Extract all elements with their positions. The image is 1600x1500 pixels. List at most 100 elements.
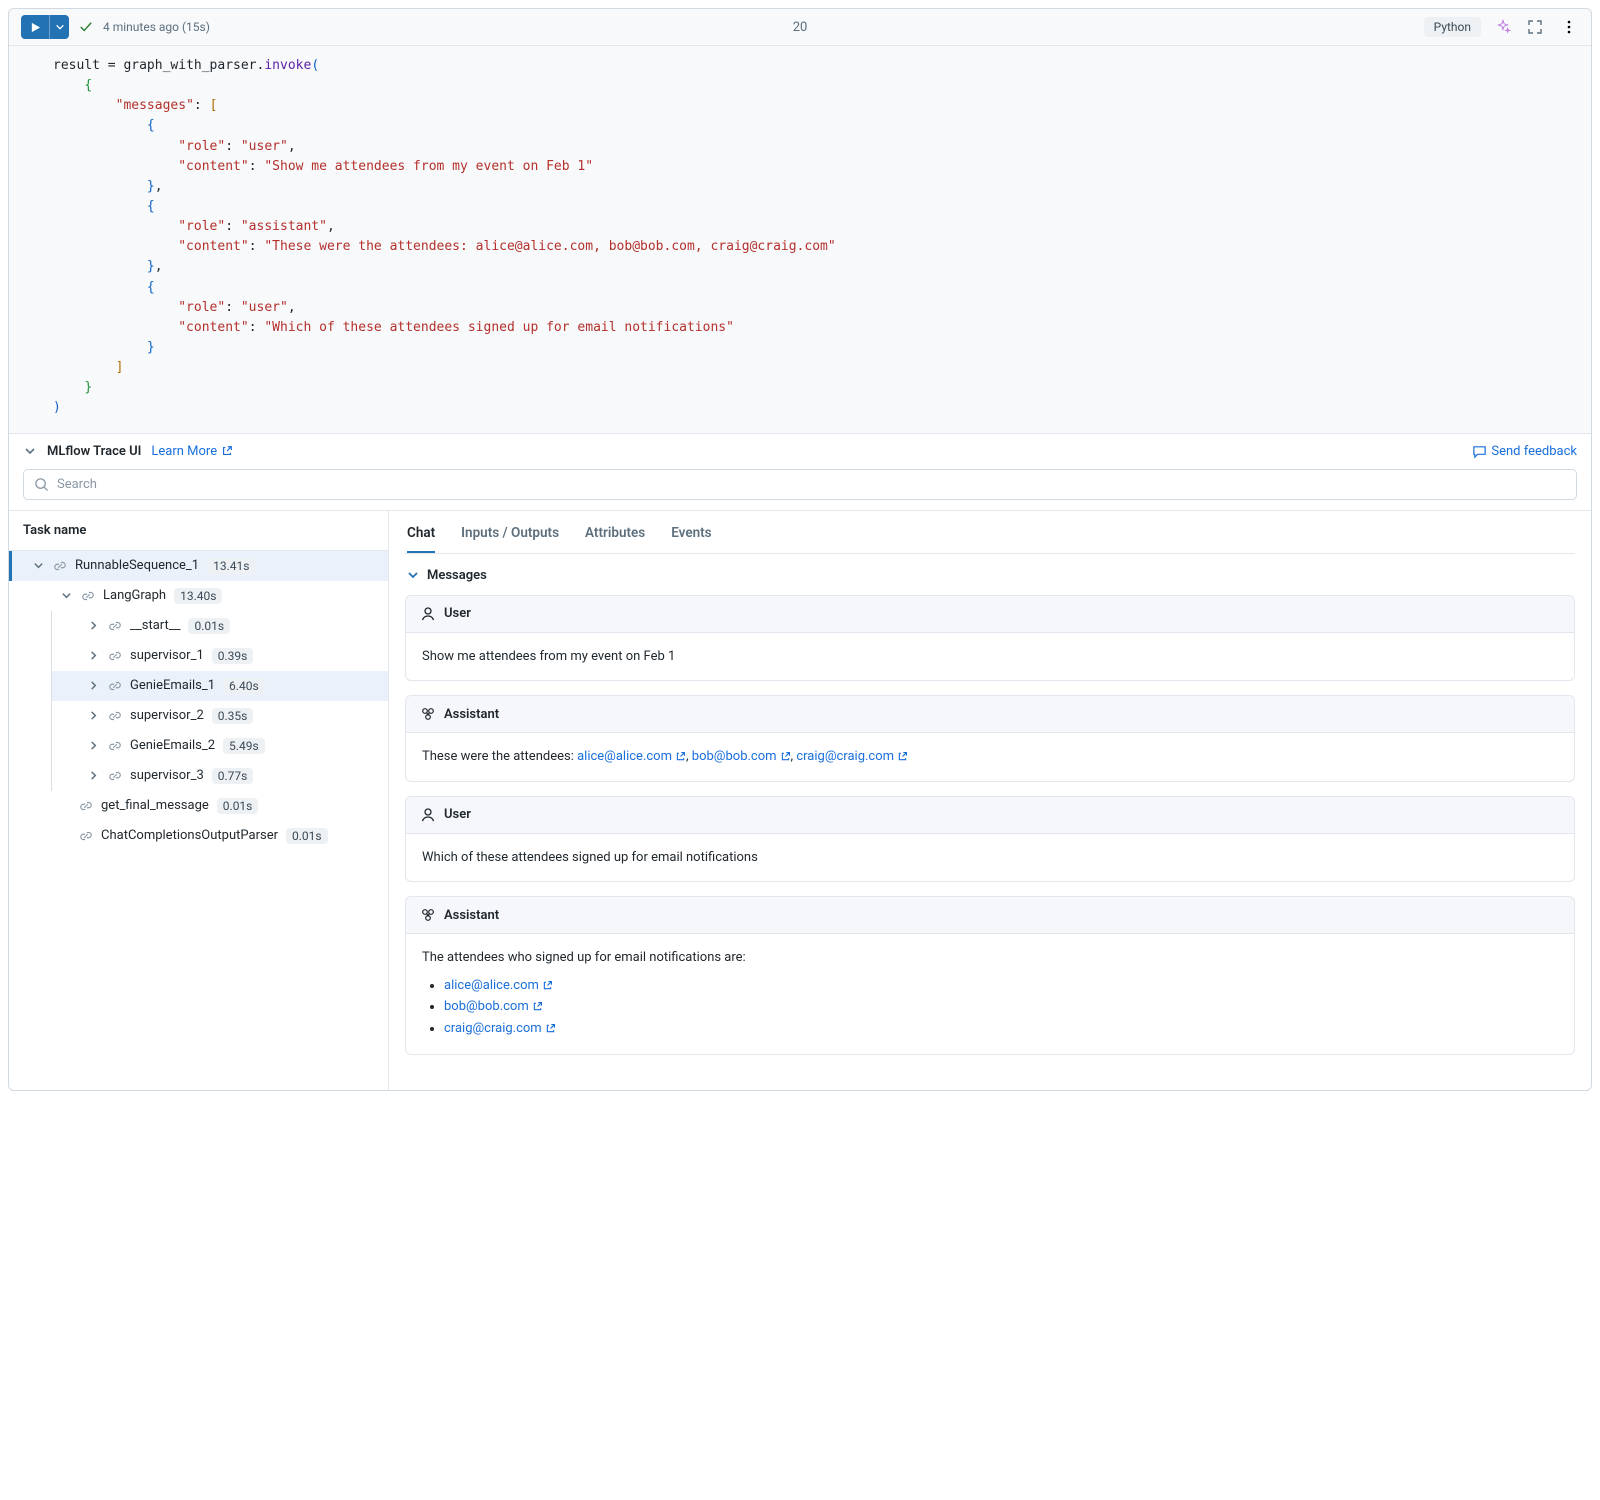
span-link-icon (81, 589, 95, 603)
code-token: "content" (178, 159, 248, 174)
external-link-icon (897, 751, 908, 762)
message-text: These were the attendees: (422, 749, 577, 764)
tree-node-start[interactable]: __start__ 0.01s (52, 611, 388, 641)
email-link[interactable]: alice@alice.com (444, 976, 553, 996)
code-token: "Show me attendees from my event on Feb … (264, 159, 593, 174)
node-label: ChatCompletionsOutputParser (101, 828, 278, 843)
tab-events[interactable]: Events (671, 521, 711, 553)
email-text: bob@bob.com (444, 997, 529, 1017)
chevron-right-icon[interactable] (86, 620, 100, 631)
code-token: } (147, 340, 155, 355)
email-link[interactable]: craig@craig.com (796, 747, 908, 767)
chevron-down-icon (55, 22, 65, 32)
tab-attributes[interactable]: Attributes (585, 521, 645, 553)
message-header: User (406, 797, 1574, 834)
chevron-right-icon[interactable] (86, 710, 100, 721)
tree-header: Task name (9, 511, 388, 551)
code-token: "user" (241, 300, 288, 315)
send-feedback-link[interactable]: Send feedback (1472, 444, 1577, 459)
chevron-right-icon[interactable] (86, 740, 100, 751)
chevron-right-icon[interactable] (86, 680, 100, 691)
span-link-icon (108, 739, 122, 753)
message-card-user: User Show me attendees from my event on … (405, 595, 1575, 682)
tree-node-langgraph[interactable]: LangGraph 13.40s (31, 581, 388, 611)
collapse-caret-icon[interactable] (23, 445, 37, 457)
tab-chat[interactable]: Chat (407, 521, 435, 553)
chat-bubble-icon (1472, 444, 1487, 459)
message-card-assistant: Assistant The attendees who signed up fo… (405, 896, 1575, 1055)
tree-node-getfinalmessage[interactable]: get_final_message 0.01s (31, 791, 388, 821)
role-label: User (444, 606, 471, 621)
trace-body: Task name RunnableSequence_1 13.41s Lang… (9, 510, 1591, 1090)
node-label: __start__ (130, 618, 180, 633)
code-token: } (84, 380, 92, 395)
email-text: alice@alice.com (444, 976, 539, 996)
list-item: bob@bob.com (444, 997, 1558, 1017)
code-token: ] (116, 360, 124, 375)
tree-node-supervisor1[interactable]: supervisor_1 0.39s (52, 641, 388, 671)
email-link[interactable]: alice@alice.com (577, 747, 686, 767)
email-link[interactable]: bob@bob.com (692, 747, 791, 767)
trace-tree: Task name RunnableSequence_1 13.41s Lang… (9, 511, 389, 1090)
span-link-icon (108, 619, 122, 633)
duration-badge: 5.49s (223, 738, 265, 754)
role-label: Assistant (444, 908, 499, 923)
message-body: The attendees who signed up for email no… (406, 934, 1574, 1054)
message-header: Assistant (406, 897, 1574, 934)
node-label: LangGraph (103, 588, 166, 603)
role-label: User (444, 807, 471, 822)
tree-node-supervisor3[interactable]: supervisor_3 0.77s (52, 761, 388, 791)
message-header: Assistant (406, 696, 1574, 733)
trace-detail-pane: Chat Inputs / Outputs Attributes Events … (389, 511, 1591, 1090)
chevron-down-icon[interactable] (31, 560, 45, 571)
external-link-icon (545, 1023, 556, 1034)
chevron-down-icon (407, 569, 419, 581)
span-link-icon (79, 829, 93, 843)
duration-badge: 13.41s (207, 558, 255, 574)
search-row: Search (9, 469, 1591, 510)
search-input[interactable]: Search (23, 469, 1577, 500)
code-token: "role" (178, 139, 225, 154)
message-text: The attendees who signed up for email no… (422, 950, 746, 965)
code-editor[interactable]: result = graph_with_parser.invoke( { "me… (9, 46, 1591, 433)
email-link[interactable]: bob@bob.com (444, 997, 543, 1017)
duration-badge: 0.01s (217, 798, 259, 814)
trace-header: MLflow Trace UI Learn More Send feedback (9, 434, 1591, 469)
span-link-icon (53, 559, 67, 573)
external-link-icon (532, 1001, 543, 1012)
expand-icon[interactable] (1525, 17, 1545, 37)
node-label: GenieEmails_2 (130, 738, 215, 753)
learn-more-link[interactable]: Learn More (151, 444, 233, 459)
tree-node-runnablesequence[interactable]: RunnableSequence_1 13.41s (9, 551, 388, 581)
tree-node-genieemails1[interactable]: GenieEmails_1 6.40s (52, 671, 388, 701)
code-token: { (147, 280, 155, 295)
kebab-menu-icon[interactable] (1559, 17, 1579, 37)
tree-node-supervisor2[interactable]: supervisor_2 0.35s (52, 701, 388, 731)
messages-section-header[interactable]: Messages (405, 554, 1575, 595)
message-body: These were the attendees: alice@alice.co… (406, 733, 1574, 781)
message-header: User (406, 596, 1574, 633)
tab-inputs-outputs[interactable]: Inputs / Outputs (461, 521, 559, 553)
external-link-icon (221, 445, 233, 457)
chevron-down-icon[interactable] (59, 590, 73, 601)
sparkle-icon[interactable] (1495, 19, 1511, 35)
learn-more-label: Learn More (151, 444, 217, 459)
chevron-right-icon[interactable] (86, 770, 100, 781)
run-button[interactable] (21, 15, 49, 39)
tree-node-chatcompletionsoutputparser[interactable]: ChatCompletionsOutputParser 0.01s (31, 821, 388, 851)
search-icon (34, 477, 49, 492)
success-check-icon (79, 20, 93, 34)
send-feedback-label: Send feedback (1491, 444, 1577, 459)
tree-node-genieemails2[interactable]: GenieEmails_2 5.49s (52, 731, 388, 761)
notebook-cell: 4 minutes ago (15s) 20 Python result = g… (8, 8, 1592, 1091)
run-dropdown-button[interactable] (49, 15, 69, 39)
span-link-icon (108, 649, 122, 663)
email-text: craig@craig.com (444, 1019, 542, 1039)
chevron-right-icon[interactable] (86, 650, 100, 661)
message-body: Which of these attendees signed up for e… (406, 834, 1574, 882)
code-token: "Which of these attendees signed up for … (264, 320, 734, 335)
language-badge[interactable]: Python (1424, 17, 1481, 37)
node-label: supervisor_3 (130, 768, 204, 783)
code-token: { (147, 118, 155, 133)
email-link[interactable]: craig@craig.com (444, 1019, 556, 1039)
